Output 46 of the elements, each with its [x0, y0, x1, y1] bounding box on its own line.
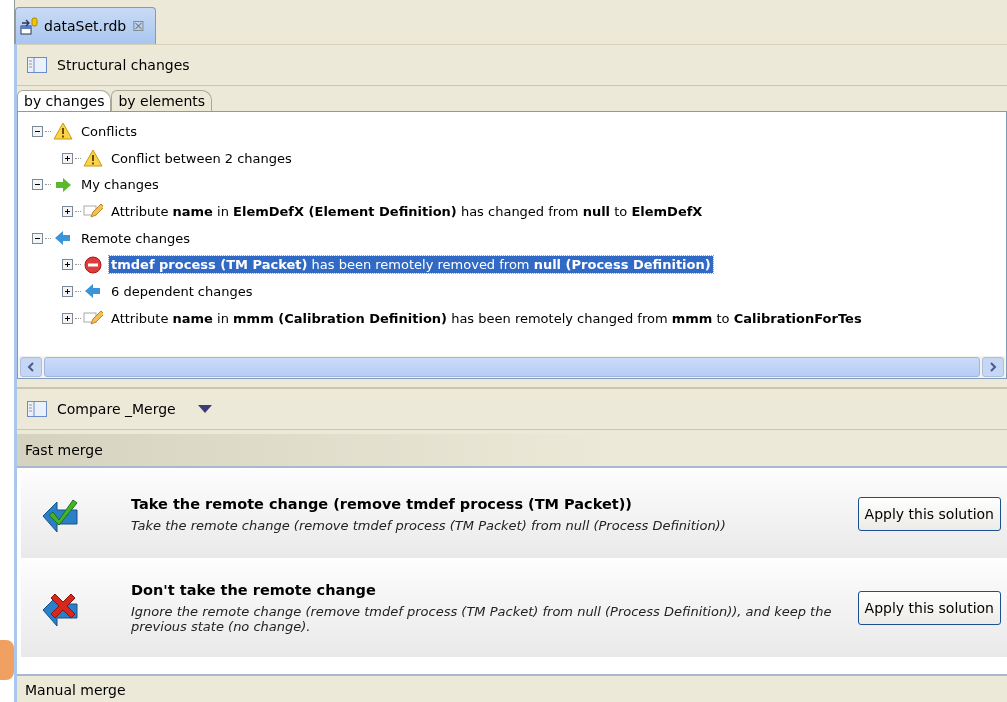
apply-button[interactable]: Apply this solution — [857, 497, 1001, 531]
panel-icon — [27, 401, 47, 417]
tree-label[interactable]: Remote changes — [79, 229, 192, 247]
scroll-left-button[interactable] — [20, 357, 42, 377]
tab-title: dataSet.rdb — [44, 18, 127, 34]
expand-icon[interactable] — [62, 205, 73, 217]
pencil-icon — [83, 309, 103, 328]
tree-label[interactable]: 6 dependent changes — [109, 282, 255, 300]
collapse-icon[interactable] — [32, 125, 43, 137]
arrow-left-icon — [53, 229, 73, 248]
tree-label[interactable]: tmdef process (TM Packet) has been remotely removed from null (Process Definition) — [109, 256, 713, 274]
solution-description: Ignore the remote change (remove tmdef process (TM Packet) from null (Process Definition)), and keep the previous state (no change). — [131, 604, 833, 634]
tree-label[interactable]: Attribute name in mmm (Calibration Definition) has been remotely changed from mmm to CalibrationForTes — [109, 309, 864, 327]
dropdown-icon[interactable] — [197, 405, 212, 413]
tree-label[interactable]: Conflict between 2 changes — [109, 149, 294, 167]
collapse-icon[interactable] — [32, 179, 43, 191]
expand-icon[interactable] — [62, 152, 73, 164]
solution-title: Take the remote change (remove tmdef process (TM Packet)) — [131, 495, 633, 512]
panel-title: Compare _Merge — [57, 401, 176, 417]
warning-icon — [53, 122, 73, 141]
background-shape — [0, 640, 14, 680]
chevron-left-icon — [26, 362, 36, 372]
solution-title: Don't take the remote change — [131, 582, 377, 598]
editor-tab[interactable]: dataSet.rdb ☒ — [15, 7, 156, 44]
panel-icon — [27, 57, 47, 73]
expand-icon[interactable] — [62, 285, 73, 297]
panel-title: Structural changes — [57, 57, 190, 73]
solution-description: Take the remote change (remove tmdef process (TM Packet) from null (Process Definition)) — [131, 517, 727, 533]
expand-icon[interactable] — [62, 259, 73, 271]
scroll-right-button[interactable] — [982, 357, 1004, 377]
arrow-right-icon — [53, 175, 73, 194]
section-header[interactable]: Fast merge — [17, 434, 1007, 468]
chevron-right-icon — [988, 362, 998, 372]
arrow-left-icon — [83, 282, 103, 301]
tree-label[interactable]: Attribute name in ElemDefX (Element Definition) has changed from null to ElemDefX — [109, 202, 705, 220]
tree-label[interactable]: My changes — [79, 176, 161, 194]
collapse-icon[interactable] — [32, 232, 43, 244]
view-tab[interactable]: by elements — [111, 90, 213, 111]
apply-button[interactable]: Apply this solution — [857, 591, 1001, 625]
warning-icon — [83, 149, 103, 168]
remove-icon — [83, 255, 103, 274]
tree-label[interactable]: Conflicts — [79, 122, 140, 140]
expand-icon[interactable] — [62, 312, 73, 324]
pencil-icon — [83, 202, 103, 221]
view-tab[interactable]: by changes — [17, 90, 112, 111]
database-icon — [20, 17, 38, 35]
